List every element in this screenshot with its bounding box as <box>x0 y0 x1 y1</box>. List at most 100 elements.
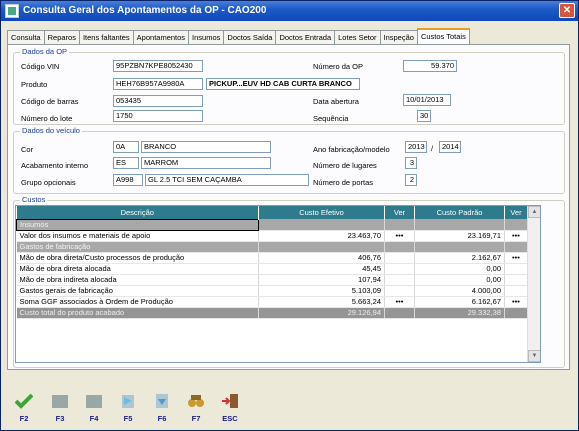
window-title: Consulta Geral dos Apontamentos da OP - … <box>23 5 267 16</box>
tab-apontamentos[interactable]: Apontamentos <box>132 30 190 44</box>
table-row[interactable]: Mão de obra direta alocada 45,45 0,00 <box>16 263 528 275</box>
scroll-down-icon[interactable]: ▼ <box>528 350 540 362</box>
tab-doctos-saida[interactable]: Doctos Saída <box>223 30 277 44</box>
cell-ver-padrao <box>504 241 528 253</box>
ver-padrao-button[interactable]: ••• <box>504 296 528 308</box>
header-custo-efetivo[interactable]: Custo Efetivo <box>258 206 385 219</box>
cell-efetivo: 45,45 <box>258 263 385 275</box>
field-acabamento-desc[interactable]: MARROM <box>141 157 271 169</box>
f5-label: F5 <box>123 414 133 423</box>
cell-padrao <box>414 219 505 231</box>
ver-padrao-button[interactable]: ••• <box>504 252 528 264</box>
ver-padrao-button[interactable]: ••• <box>504 230 528 242</box>
tab-lotes-setor[interactable]: Lotes Setor <box>334 30 381 44</box>
esc-button[interactable]: ESC <box>217 393 243 423</box>
f2-button[interactable]: F2 <box>11 393 37 423</box>
checkmark-icon <box>14 393 34 409</box>
table-row-total[interactable]: Custo total do produto acabado 29.126,94… <box>16 307 528 319</box>
field-numero-lote[interactable]: 1750 <box>113 110 203 122</box>
tab-inspecao[interactable]: Inspeção <box>379 30 418 44</box>
cell-efetivo: 107,94 <box>258 274 385 286</box>
table-row-section[interactable]: Insumos <box>16 218 528 231</box>
field-grupo-code[interactable]: A998 <box>113 174 143 186</box>
cell-padrao: 23.169,71 <box>414 230 505 242</box>
cell-padrao: 2.162,67 <box>414 252 505 264</box>
group-label-custos: Custos <box>20 195 48 204</box>
f4-label: F4 <box>89 414 99 423</box>
f5-button[interactable]: F5 <box>115 393 141 423</box>
field-acabamento-code[interactable]: ES <box>113 157 139 169</box>
field-cor-desc[interactable]: BRANCO <box>141 141 271 153</box>
scroll-up-icon[interactable]: ▲ <box>528 206 540 218</box>
cell-efetivo: 23.463,70 <box>258 230 385 242</box>
label-codigo-barras: Código de barras <box>21 97 79 106</box>
cell-efetivo <box>258 219 385 231</box>
table-row[interactable]: Valor dos insumos e materiais de apoio 2… <box>16 230 528 242</box>
field-cor-code[interactable]: 0A <box>113 141 139 153</box>
label-numero-portas: Número de portas <box>313 178 374 187</box>
tab-custos-totais[interactable]: Custos Totais <box>416 28 470 44</box>
cell-padrao: 0,00 <box>414 274 505 286</box>
cell-padrao: 4.000,00 <box>414 285 505 297</box>
tab-itens-faltantes[interactable]: Itens faltantes <box>78 30 134 44</box>
label-ano-fab-modelo: Ano fabricação/modelo <box>313 145 390 154</box>
cell-padrao: 0,00 <box>414 263 505 275</box>
esc-label: ESC <box>222 414 238 423</box>
app-icon <box>5 4 19 18</box>
f3-label: F3 <box>55 414 65 423</box>
header-ver-padrao[interactable]: Ver <box>504 206 528 219</box>
cell-ver-padrao <box>504 307 528 319</box>
f7-label: F7 <box>191 414 201 423</box>
f3-button[interactable]: F3 <box>47 393 73 423</box>
header-ver-efetivo[interactable]: Ver <box>384 206 415 219</box>
header-descricao[interactable]: Descrição <box>16 206 259 219</box>
field-grupo-desc[interactable]: GL 2.5 TCI SEM CAÇAMBA <box>145 174 309 186</box>
tab-insumos[interactable]: Insumos <box>188 30 225 44</box>
field-ano-fabricacao[interactable]: 2013 <box>405 141 427 153</box>
cell-desc: Gastos de fabricação <box>16 241 259 253</box>
field-sequencia[interactable]: 30 <box>417 110 431 122</box>
f4-button[interactable]: F4 <box>81 393 107 423</box>
ver-efetivo-button[interactable]: ••• <box>384 296 415 308</box>
grid-scrollbar[interactable]: ▲ ▼ <box>527 206 540 362</box>
table-row[interactable]: Mão de obra indireta alocada 107,94 0,00 <box>16 274 528 286</box>
label-numero-lugares: Número de lugares <box>313 161 377 170</box>
header-custo-padrao[interactable]: Custo Padrão <box>414 206 505 219</box>
cell-ver-padrao <box>504 219 528 231</box>
cell-efetivo <box>258 241 385 253</box>
field-numero-op[interactable]: 59.370 <box>403 60 457 72</box>
field-numero-lugares[interactable]: 3 <box>405 157 417 169</box>
field-codigo-barras[interactable]: 053435 <box>113 95 203 107</box>
label-ano-separator: / <box>431 144 434 153</box>
f6-label: F6 <box>157 414 167 423</box>
field-produto-desc[interactable]: PICKUP...EUV HD CAB CURTA BRANCO <box>206 78 360 90</box>
field-numero-portas[interactable]: 2 <box>405 174 417 186</box>
f7-button[interactable]: F7 <box>183 393 209 423</box>
label-produto: Produto <box>21 80 48 89</box>
tab-reparos[interactable]: Reparos <box>43 30 80 44</box>
f6-button[interactable]: F6 <box>149 393 175 423</box>
field-produto-code[interactable]: HEH76B957A9980A <box>113 78 203 90</box>
tab-consulta[interactable]: Consulta <box>7 30 45 44</box>
group-label-dados-op: Dados da OP <box>20 47 70 56</box>
tab-doctos-entrada[interactable]: Doctos Entrada <box>275 30 336 44</box>
label-cor: Cor <box>21 145 34 154</box>
arrow-down-icon <box>156 394 168 408</box>
table-row-section[interactable]: Gastos de fabricação <box>16 241 528 253</box>
cell-ver-padrao <box>504 263 528 275</box>
table-row[interactable]: Gastos gerais de fabricação 5.103,09 4.0… <box>16 285 528 297</box>
group-label-dados-veiculo: Dados do veículo <box>20 126 82 135</box>
field-ano-modelo[interactable]: 2014 <box>439 141 461 153</box>
ver-efetivo-button[interactable]: ••• <box>384 230 415 242</box>
table-row[interactable]: Mão de obra direta/Custo processos de pr… <box>16 252 528 264</box>
cell-efetivo: 29.126,94 <box>258 307 385 319</box>
cell-ver-efetivo <box>384 263 415 275</box>
field-codigo-vin[interactable]: 95PZBN7KPE8052430 <box>113 60 203 72</box>
main-window: Consulta Geral dos Apontamentos da OP - … <box>0 0 579 431</box>
close-button[interactable]: ✕ <box>559 3 575 18</box>
field-data-abertura[interactable]: 10/01/2013 <box>403 94 451 106</box>
cell-padrao: 29.332,38 <box>414 307 505 319</box>
table-row[interactable]: Soma GGF associados à Ordem de Produção … <box>16 296 528 308</box>
cell-ver-efetivo <box>384 219 415 231</box>
cell-desc: Mão de obra direta alocada <box>16 263 259 275</box>
